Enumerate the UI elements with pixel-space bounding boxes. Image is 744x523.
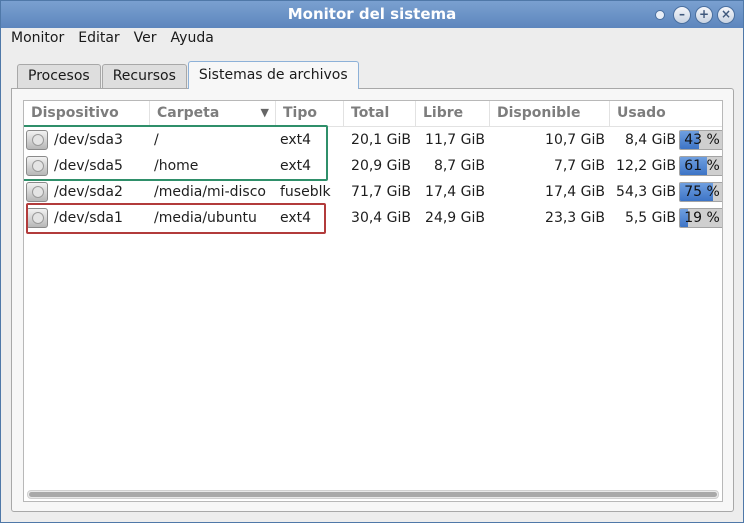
table-row[interactable]: /dev/sda3 / ext4 20,1 GiB 11,7 GiB 10,7 … [24, 127, 722, 153]
table-row[interactable]: /dev/sda2 /media/mi-disco fuseblk 71,7 G… [24, 179, 722, 205]
menu-monitor[interactable]: Monitor [5, 28, 70, 53]
folder-cell: /media/ubuntu [154, 210, 257, 226]
free-cell: 24,9 GiB [425, 210, 485, 226]
device-name: /dev/sda1 [54, 210, 123, 226]
sort-descending-icon: ▼ [260, 106, 269, 119]
table-header: Dispositivo Carpeta ▼ Tipo Total Libre Di… [24, 101, 722, 127]
type-cell: ext4 [280, 132, 312, 148]
hard-disk-icon [26, 130, 48, 150]
tab-bar: Procesos Recursos Sistemas de archivos [17, 61, 360, 89]
column-header-folder[interactable]: Carpeta ▼ [150, 101, 276, 127]
type-cell: ext4 [280, 158, 312, 174]
device-name: /dev/sda5 [54, 158, 123, 174]
usage-percent: 43 % [684, 132, 720, 148]
window-title: Monitor del sistema [287, 5, 457, 23]
menu-ver[interactable]: Ver [128, 28, 163, 53]
minimize-button[interactable]: – [673, 6, 691, 24]
maximize-button[interactable]: + [695, 6, 713, 24]
tab-recursos[interactable]: Recursos [101, 64, 187, 89]
device-name: /dev/sda2 [54, 184, 123, 200]
menu-ayuda[interactable]: Ayuda [165, 28, 220, 53]
usage-bar: 61 % [679, 156, 722, 176]
usage-percent: 75 % [684, 184, 720, 200]
window-menu-icon[interactable] [655, 10, 665, 20]
column-header-folder-label: Carpeta [157, 105, 220, 121]
used-cell: 54,3 GiB [616, 184, 676, 200]
total-cell: 71,7 GiB [351, 184, 411, 200]
folder-cell: /home [154, 158, 199, 174]
free-cell: 11,7 GiB [425, 132, 485, 148]
device-name: /dev/sda3 [54, 132, 123, 148]
filesystems-panel: Dispositivo Carpeta ▼ Tipo Total Libre Di… [11, 88, 734, 512]
column-header-type[interactable]: Tipo [276, 101, 344, 127]
system-monitor-window: Monitor del sistema – + × Monitor Editar… [0, 0, 744, 523]
device-cell: /dev/sda3 [26, 127, 150, 153]
usage-bar: 19 % [679, 208, 722, 228]
menu-bar: Monitor Editar Ver Ayuda [1, 28, 743, 53]
horizontal-scrollbar[interactable] [27, 490, 719, 499]
column-header-device[interactable]: Dispositivo [24, 101, 150, 127]
hard-disk-icon [26, 156, 48, 176]
free-cell: 17,4 GiB [425, 184, 485, 200]
column-header-free[interactable]: Libre [416, 101, 490, 127]
usage-bar: 75 % [679, 182, 722, 202]
close-button[interactable]: × [717, 6, 735, 24]
available-cell: 7,7 GiB [553, 158, 605, 174]
table-row[interactable]: /dev/sda5 /home ext4 20,9 GiB 8,7 GiB 7,… [24, 153, 722, 179]
column-header-total[interactable]: Total [344, 101, 416, 127]
used-cell: 8,4 GiB [624, 132, 676, 148]
total-cell: 20,1 GiB [351, 132, 411, 148]
tab-procesos[interactable]: Procesos [17, 64, 101, 89]
total-cell: 20,9 GiB [351, 158, 411, 174]
hard-disk-icon [26, 208, 48, 228]
title-bar[interactable]: Monitor del sistema – + × [1, 1, 743, 28]
column-header-available[interactable]: Disponible [490, 101, 610, 127]
device-cell: /dev/sda1 [26, 205, 150, 231]
used-cell: 12,2 GiB [616, 158, 676, 174]
usage-bar: 43 % [679, 130, 722, 150]
scrollbar-thumb[interactable] [29, 492, 717, 497]
table-row[interactable]: /dev/sda1 /media/ubuntu ext4 30,4 GiB 24… [24, 205, 722, 231]
folder-cell: /media/mi-disco [154, 184, 266, 200]
total-cell: 30,4 GiB [351, 210, 411, 226]
hard-disk-icon [26, 182, 48, 202]
menu-editar[interactable]: Editar [72, 28, 125, 53]
free-cell: 8,7 GiB [433, 158, 485, 174]
device-cell: /dev/sda2 [26, 179, 150, 205]
column-header-used[interactable]: Usado [610, 101, 722, 127]
available-cell: 23,3 GiB [545, 210, 605, 226]
folder-cell: / [154, 132, 159, 148]
device-cell: /dev/sda5 [26, 153, 150, 179]
filesystems-table: Dispositivo Carpeta ▼ Tipo Total Libre Di… [23, 100, 723, 502]
used-cell: 5,5 GiB [624, 210, 676, 226]
available-cell: 17,4 GiB [545, 184, 605, 200]
tab-sistemas-de-archivos[interactable]: Sistemas de archivos [187, 61, 359, 89]
usage-percent: 61 % [684, 158, 720, 174]
type-cell: ext4 [280, 210, 312, 226]
type-cell: fuseblk [280, 184, 331, 200]
usage-percent: 19 % [684, 210, 720, 226]
available-cell: 10,7 GiB [545, 132, 605, 148]
window-controls: – + × [655, 6, 735, 24]
